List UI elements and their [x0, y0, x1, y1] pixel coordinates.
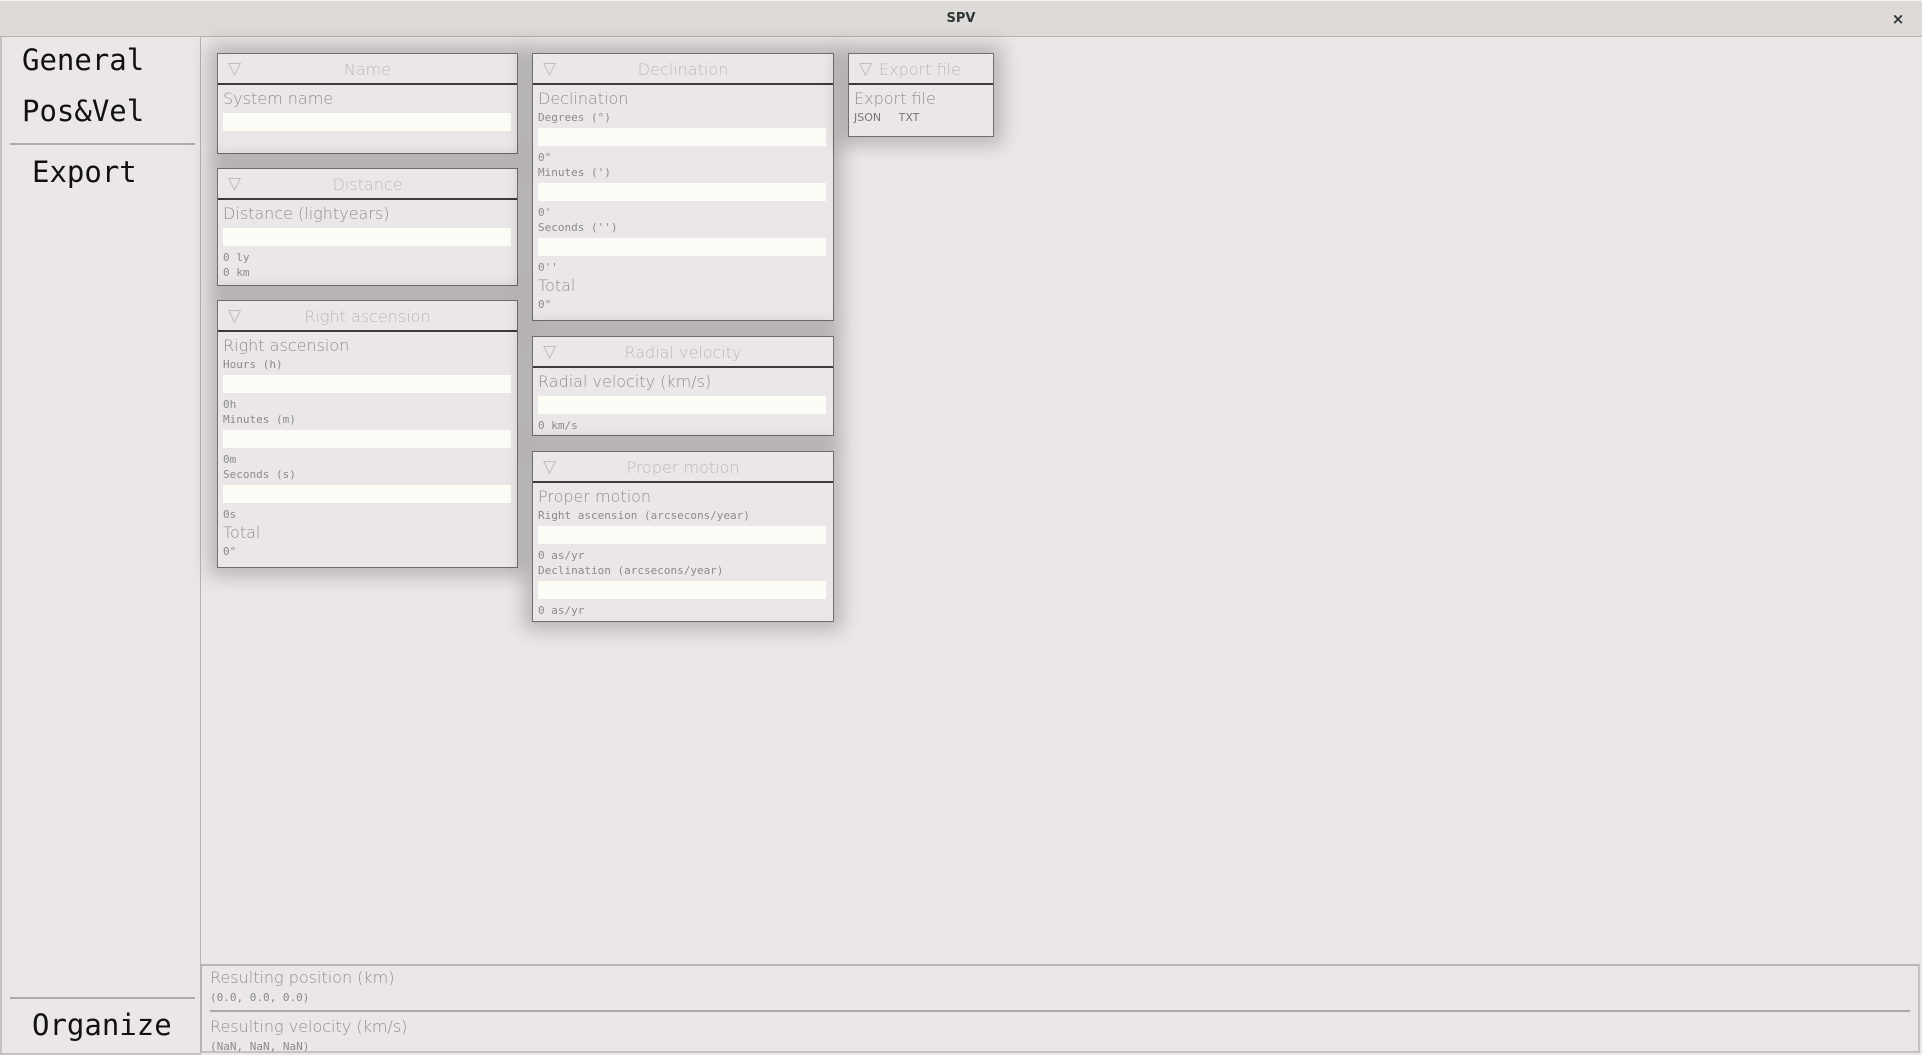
field-label: Hours (h) [223, 358, 283, 371]
sidebar-divider-bottom [10, 997, 195, 999]
distance-panel-header[interactable]: ▽ Distance [218, 169, 517, 200]
panel-title: Export file [879, 60, 961, 79]
resulting-position-label: Resulting position (km) [210, 968, 395, 987]
proper-motion-panel: ▽ Proper motion Proper motion Right asce… [532, 451, 834, 622]
distance-km-readout: 0 km [223, 266, 250, 279]
ra-total-readout: 0° [223, 545, 237, 558]
panel-title: Right ascension [304, 307, 431, 326]
panel-title: Declination [637, 60, 729, 79]
close-icon[interactable]: × [1888, 9, 1908, 29]
export-file-panel-header[interactable]: ▽ Export file [849, 54, 993, 85]
radial-velocity-panel: ▽ Radial velocity Radial velocity (km/s)… [532, 336, 834, 436]
sidebar-item-export[interactable]: Export [32, 155, 137, 189]
ra-hours-input[interactable] [223, 375, 511, 393]
sidebar-item-organize[interactable]: Organize [32, 1008, 172, 1042]
pm-dec-readout: 0 as/yr [538, 604, 585, 617]
section-title: System name [223, 89, 334, 108]
total-label: Total [223, 523, 261, 542]
dec-seconds-readout: 0'' [538, 261, 558, 274]
right-ascension-panel-header[interactable]: ▽ Right ascension [218, 301, 517, 332]
export-txt-button[interactable]: TXT [899, 111, 920, 124]
field-label: Minutes (') [538, 166, 611, 179]
name-panel-header[interactable]: ▽ Name [218, 54, 517, 85]
field-label: Right ascension (arcsecons/year) [538, 509, 750, 522]
dec-minutes-readout: 0' [538, 206, 552, 219]
pm-ra-readout: 0 as/yr [538, 549, 585, 562]
radial-velocity-input[interactable] [538, 396, 826, 414]
proper-motion-panel-header[interactable]: ▽ Proper motion [533, 452, 833, 483]
section-title: Distance (lightyears) [223, 204, 390, 223]
sidebar-item-posvel[interactable]: Pos&Vel [22, 94, 144, 128]
sidebar-divider [10, 143, 195, 145]
section-title: Proper motion [538, 487, 652, 506]
results-divider [210, 1010, 1910, 1012]
resulting-velocity-label: Resulting velocity (km/s) [210, 1017, 408, 1036]
ra-seconds-input[interactable] [223, 485, 511, 503]
name-panel: ▽ Name System name [217, 53, 518, 154]
field-label: Declination (arcsecons/year) [538, 564, 724, 577]
ra-seconds-readout: 0s [223, 508, 237, 521]
dec-total-readout: 0° [538, 298, 552, 311]
results-panel: Resulting position (km) (0.0, 0.0, 0.0) … [201, 964, 1920, 1053]
sidebar: General Pos&Vel Export Organize [0, 37, 201, 1055]
title-bar: SPV × [0, 0, 1922, 37]
ra-hours-readout: 0h [223, 398, 237, 411]
resulting-position-value: (0.0, 0.0, 0.0) [210, 991, 310, 1004]
window-title: SPV [946, 11, 976, 26]
collapse-triangle-icon[interactable]: ▽ [859, 59, 872, 79]
field-label: Seconds (s) [223, 468, 296, 481]
panel-title: Distance [332, 175, 403, 194]
section-title: Declination [538, 89, 629, 108]
panel-title: Radial velocity [624, 343, 742, 362]
section-title: Radial velocity (km/s) [538, 372, 712, 391]
dec-degrees-readout: 0° [538, 151, 552, 164]
ra-minutes-input[interactable] [223, 430, 511, 448]
field-label: Seconds ('') [538, 221, 618, 234]
panel-title: Name [343, 60, 392, 79]
dec-minutes-input[interactable] [538, 183, 826, 201]
section-title: Right ascension [223, 336, 350, 355]
radial-velocity-panel-header[interactable]: ▽ Radial velocity [533, 337, 833, 368]
radial-velocity-readout: 0 km/s [538, 419, 578, 432]
sidebar-item-general[interactable]: General [22, 43, 144, 77]
pm-ra-input[interactable] [538, 526, 826, 544]
ra-minutes-readout: 0m [223, 453, 237, 466]
distance-panel: ▽ Distance Distance (lightyears) 0 ly 0 … [217, 168, 518, 286]
right-ascension-panel: ▽ Right ascension Right ascension Hours … [217, 300, 518, 568]
resulting-velocity-value: (NaN, NaN, NaN) [210, 1040, 310, 1053]
distance-input[interactable] [223, 228, 511, 246]
export-json-button[interactable]: JSON [854, 111, 881, 124]
field-label: Minutes (m) [223, 413, 296, 426]
field-label: Degrees (°) [538, 111, 611, 124]
distance-ly-readout: 0 ly [223, 251, 250, 264]
section-title: Export file [854, 89, 936, 108]
export-options: JSON TXT [854, 111, 988, 124]
dec-degrees-input[interactable] [538, 128, 826, 146]
declination-panel-header[interactable]: ▽ Declination [533, 54, 833, 85]
total-label: Total [538, 276, 576, 295]
dec-seconds-input[interactable] [538, 238, 826, 256]
panel-title: Proper motion [626, 458, 740, 477]
declination-panel: ▽ Declination Declination Degrees (°) 0°… [532, 53, 834, 321]
system-name-input[interactable] [223, 113, 511, 131]
export-file-panel: ▽ Export file Export file JSON TXT [848, 53, 994, 137]
pm-dec-input[interactable] [538, 581, 826, 599]
